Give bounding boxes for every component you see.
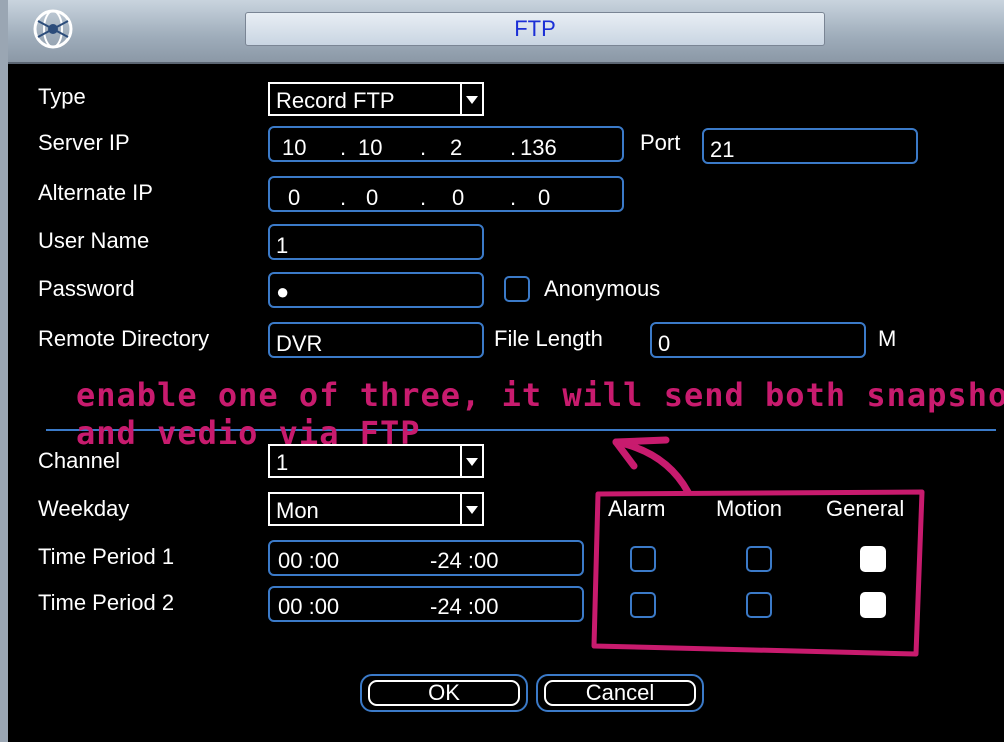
ok-button[interactable]: OK (360, 674, 528, 712)
cancel-button[interactable]: Cancel (536, 674, 704, 712)
ok-button-label: OK (368, 680, 520, 706)
annotation-highlight (591, 436, 925, 657)
cancel-button-label: Cancel (544, 680, 696, 706)
window-title: FTP (245, 12, 825, 46)
dvr-window: FTP Type Record FTP Server IP 10 . 10 . … (0, 0, 1004, 742)
ftp-settings-panel: Type Record FTP Server IP 10 . 10 . 2 . … (16, 64, 1004, 742)
app-logo-icon (33, 9, 73, 49)
title-bar: FTP (8, 0, 1004, 64)
